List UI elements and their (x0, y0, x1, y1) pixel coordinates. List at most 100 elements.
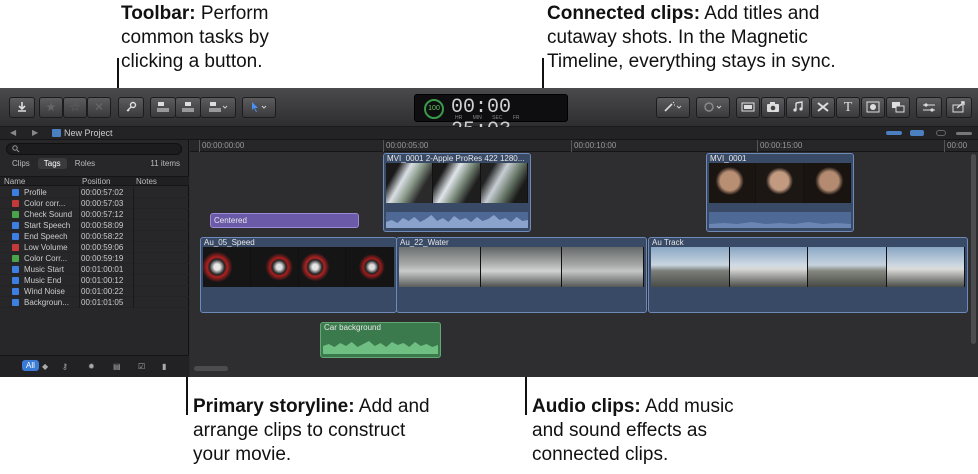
list-item[interactable]: Check Sound 00:00:57:12 (0, 209, 189, 220)
todo-marker-icon (12, 244, 19, 251)
film-strip-icon (741, 102, 755, 112)
share-button[interactable] (946, 97, 972, 118)
append-icon (209, 102, 228, 112)
completed-marker-icon (12, 255, 19, 262)
timeline-ruler[interactable]: 00:00:00:00 00:00:05:00 00:00:10:00 00:0… (190, 140, 978, 152)
callout-connected-line: Timeline, everything stays in sync. (547, 51, 836, 72)
video-frame (480, 163, 528, 203)
zoom-slider[interactable] (956, 132, 972, 135)
title-t-icon: T (843, 100, 853, 115)
list-item[interactable]: Color Corr... 00:00:59:19 (0, 253, 189, 264)
primary-storyline-clip[interactable]: Au_22_Water (396, 237, 647, 313)
index-search-field[interactable] (6, 143, 182, 155)
forward-arrow-icon[interactable]: ▶ (32, 128, 38, 137)
keyword-filter-icon[interactable]: ⚷ (62, 362, 68, 371)
connect-clip-button[interactable] (150, 97, 176, 118)
primary-storyline-clip[interactable]: Au_05_Speed (200, 237, 397, 313)
list-item[interactable]: Start Speech 00:00:58:09 (0, 220, 189, 231)
column-name[interactable]: Name (4, 177, 25, 186)
project-icon (52, 129, 61, 137)
audio-skimming-icon[interactable] (910, 130, 924, 136)
list-item[interactable]: Low Volume 00:00:59:06 (0, 242, 189, 253)
vertical-scrollbar[interactable] (971, 154, 976, 344)
callout-primary-line: Add and (354, 396, 430, 417)
unrate-button[interactable]: ☆ (63, 97, 87, 118)
callout-toolbar-line: common tasks by (121, 27, 269, 48)
list-item[interactable]: Music Start 00:01:00:01 (0, 264, 189, 275)
tag-position: 00:01:00:22 (81, 287, 124, 296)
solo-icon[interactable] (936, 130, 946, 136)
list-item[interactable]: Backgroun... 00:01:01:05 (0, 297, 189, 308)
callout-toolbar-line: clicking a button. (121, 51, 263, 72)
marker-filter-icon[interactable]: ◆ (42, 362, 48, 371)
retime-button[interactable] (696, 97, 730, 118)
column-notes[interactable]: Notes (136, 177, 157, 186)
insert-clip-button[interactable] (175, 97, 201, 118)
enhance-button[interactable] (656, 97, 690, 118)
callout-audio-title: Audio clips: (532, 396, 641, 417)
clip-label: MVI_0001 2-Apple ProRes 422 1280... (387, 154, 525, 163)
tag-position: 00:00:57:02 (81, 188, 124, 197)
theme-icon (892, 102, 905, 113)
callout-primary-line: your movie. (193, 444, 292, 465)
music-browser-button[interactable] (786, 97, 810, 118)
dashboard-timecode[interactable]: 100 00:00 25:03 HR MIN SEC FR (414, 94, 568, 142)
magnetic-timeline[interactable]: 00:00:00:00 00:00:05:00 00:00:10:00 00:0… (190, 140, 978, 377)
ruler-label: 00:00:15:00 (760, 141, 803, 150)
column-position[interactable]: Position (82, 177, 110, 186)
completed-filter-icon[interactable]: ☑ (138, 362, 145, 371)
search-icon (12, 145, 20, 153)
select-tool-button[interactable] (242, 97, 276, 118)
generators-browser-button[interactable] (861, 97, 885, 118)
ruler-label: 00:00:05:00 (386, 141, 429, 150)
clip-label: Car background (324, 323, 381, 332)
clip-filmstrip (651, 247, 965, 287)
toolbar: ★ ☆ ✕ 100 00:00 25:03 HR MIN SEC FR (0, 88, 978, 142)
list-item[interactable]: Profile 00:00:57:02 (0, 187, 189, 198)
item-count: 11 items (150, 159, 180, 168)
filter-all[interactable]: All (22, 360, 39, 371)
list-item[interactable]: End Speech 00:00:58:22 (0, 231, 189, 242)
column-divider (79, 187, 80, 198)
clip-appearance-icon[interactable] (886, 131, 902, 135)
callout-toolbar-line: Perform (195, 3, 269, 24)
themes-browser-button[interactable] (886, 97, 910, 118)
tag-position: 00:00:58:22 (81, 232, 124, 241)
back-arrow-icon[interactable]: ◀ (10, 128, 16, 137)
tag-name: End Speech (24, 232, 68, 241)
segment-clips[interactable]: Clips (6, 158, 36, 169)
column-divider (133, 297, 134, 308)
segment-tags[interactable]: Tags (37, 158, 67, 169)
list-item[interactable]: Music End 00:01:00:12 (0, 275, 189, 286)
favorite-button[interactable]: ★ (39, 97, 63, 118)
connected-clip[interactable]: MVI_0001 2-Apple ProRes 422 1280... (383, 153, 531, 232)
transitions-browser-button[interactable] (811, 97, 835, 118)
titles-browser-button[interactable]: T (836, 97, 860, 118)
todo-filter-icon[interactable]: ▤ (113, 362, 121, 371)
segment-roles[interactable]: Roles (69, 158, 101, 169)
reject-button[interactable]: ✕ (87, 97, 111, 118)
horizontal-scrollbar[interactable] (194, 366, 228, 371)
primary-storyline-clip[interactable]: Au Track (648, 237, 968, 313)
chapter-filter-icon[interactable]: ▮ (162, 362, 166, 371)
marker-icon (12, 189, 19, 196)
analysis-filter-icon[interactable]: ✹ (88, 362, 95, 371)
video-frame (756, 163, 804, 203)
media-browser-button[interactable] (736, 97, 760, 118)
clip-filmstrip (386, 163, 528, 203)
tag-position: 00:01:00:01 (81, 265, 124, 274)
video-frame (203, 247, 251, 287)
final-cut-window: ★ ☆ ✕ 100 00:00 25:03 HR MIN SEC FR (0, 88, 978, 377)
append-clip-button[interactable] (200, 97, 236, 118)
inspector-button[interactable] (916, 97, 942, 118)
connected-clip[interactable]: MVI_0001 (706, 153, 854, 232)
audio-clip[interactable]: Car background (320, 322, 441, 358)
list-item[interactable]: Color corr... 00:00:57:03 (0, 198, 189, 209)
keyword-button[interactable] (118, 97, 144, 118)
list-item[interactable]: Wind Noise 00:01:00:22 (0, 286, 189, 297)
photo-browser-button[interactable] (761, 97, 785, 118)
column-divider (133, 209, 134, 220)
import-button[interactable] (9, 97, 35, 118)
callout-connected-title: Connected clips: (547, 3, 701, 24)
title-clip[interactable]: Centered (210, 213, 359, 228)
